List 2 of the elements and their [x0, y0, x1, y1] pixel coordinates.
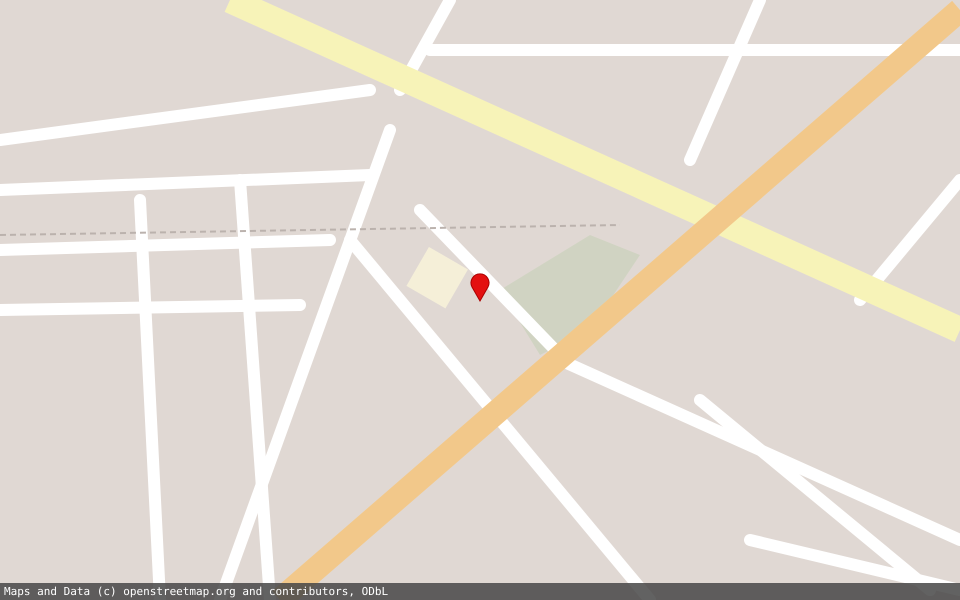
- attribution-bar: Maps and Data (c) openstreetmap.org and contributors, ODbL: [0, 583, 960, 600]
- map-pin-icon[interactable]: [470, 273, 490, 302]
